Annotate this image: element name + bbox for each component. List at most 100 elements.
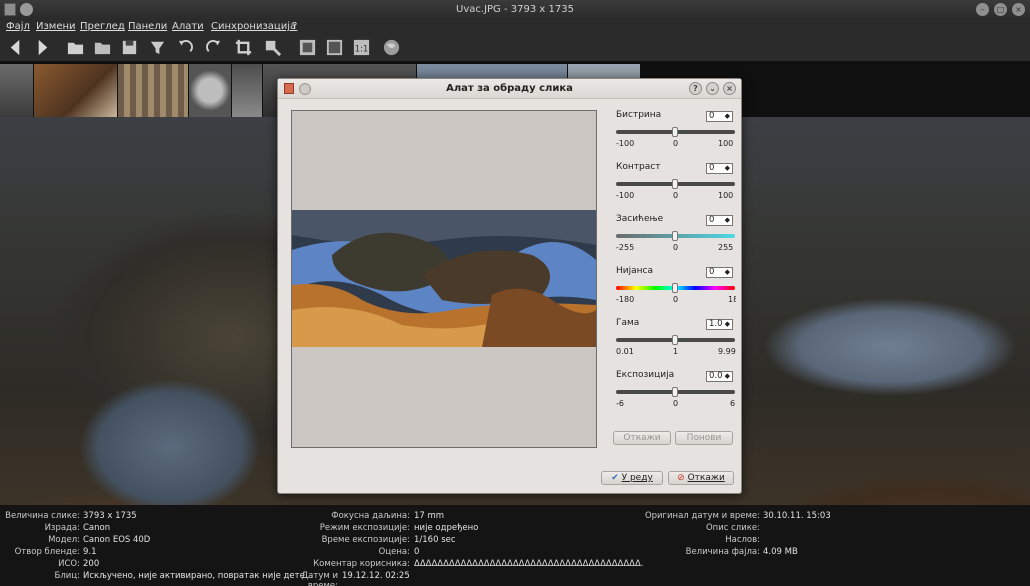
spin-arrows-icon[interactable]: ◆ (725, 320, 730, 329)
folder-icon[interactable] (93, 38, 112, 57)
fit-icon[interactable] (298, 38, 317, 57)
globe-icon[interactable] (382, 38, 401, 57)
cancel-button[interactable]: ⊘ Откажи (668, 471, 734, 485)
contrast-label: Контраст (616, 162, 661, 172)
redo-button[interactable]: Понови (675, 431, 733, 445)
menu-tools[interactable]: Алати (172, 21, 204, 32)
toolbar: 1:1 (0, 34, 1030, 61)
info-label: Отвор бленде: (14, 547, 80, 557)
contrast-value: 0 (709, 163, 715, 173)
info-value: 17 mm (414, 511, 445, 521)
slider-max: 9.99 (718, 347, 736, 356)
close-icon[interactable]: × (1012, 3, 1025, 16)
checkmark-icon: ✔ (611, 473, 619, 483)
slider-min: 0.01 (616, 347, 634, 356)
info-value: 30.10.11. 15:03 (763, 511, 831, 521)
slider-mid: 0 (673, 139, 679, 148)
hue-spinbox[interactable]: 0 ◆ (706, 267, 733, 278)
exposure-slider-handle[interactable] (672, 387, 678, 397)
minimize-icon[interactable]: – (976, 3, 989, 16)
hue-label: Нијанса (616, 266, 653, 276)
thumbnail[interactable] (34, 64, 117, 117)
save-icon[interactable] (120, 38, 139, 57)
info-label: Коментар корисника: (313, 559, 410, 569)
info-label: Модел: (48, 535, 80, 545)
cancel-button-label: Откажи (687, 473, 725, 483)
hue-value: 0 (709, 267, 715, 277)
spin-arrows-icon[interactable]: ◆ (725, 112, 730, 121)
info-value: 200 (83, 559, 100, 569)
maximize-icon[interactable]: □ (994, 3, 1007, 16)
back-icon[interactable] (6, 38, 25, 57)
slider-mid: 0 (673, 399, 679, 408)
slider-mid: 0 (673, 191, 679, 200)
menu-sync[interactable]: Синхронизација (211, 21, 296, 32)
folder-open-icon[interactable] (66, 38, 85, 57)
info-value: 1/160 sec (414, 535, 456, 545)
saturation-slider-handle[interactable] (672, 231, 678, 241)
crop-icon[interactable] (234, 38, 253, 57)
info-value: 19.12.12. 02:25 (342, 571, 410, 581)
window-title: Uvac.JPG - 3793 x 1735 (456, 4, 574, 15)
menu-panels[interactable]: Панели (128, 21, 167, 32)
menu-view[interactable]: Преглед (80, 21, 125, 32)
slider-max: 100 (718, 191, 734, 200)
thumbnail[interactable] (189, 64, 231, 117)
brightness-spinbox[interactable]: 0 ◆ (706, 111, 733, 122)
thumbnail[interactable] (232, 64, 262, 117)
image-processing-dialog: Алат за обраду слика ? ⌄ × Бистрина 0 ◆ -… (277, 78, 742, 494)
thumbnail[interactable] (118, 64, 188, 117)
slider-max: 100 (718, 139, 734, 148)
brightness-slider-handle[interactable] (672, 127, 678, 137)
close-icon[interactable]: × (723, 82, 736, 95)
minimize-icon[interactable]: ⌄ (706, 82, 719, 95)
info-value: није одређено (414, 523, 479, 533)
slider-max: 6 (730, 399, 736, 408)
info-label: Блиц: (54, 571, 80, 581)
info-label: Време експозиције: (321, 535, 410, 545)
fullscreen-icon[interactable] (325, 38, 344, 57)
dialog-title: Алат за обраду слика (446, 83, 573, 94)
rotate-left-icon[interactable] (176, 38, 195, 57)
gamma-value: 1.0 (709, 319, 723, 329)
undo-button[interactable]: Откажи (613, 431, 671, 445)
menu-bar: Фајл Измени Преглед Панели Алати Синхрон… (0, 20, 1030, 34)
image-info-panel: Величина слике: 3793 x 1735 Израда: Cano… (0, 505, 1030, 586)
info-label: Наслов: (725, 535, 760, 545)
window-titlebar: Uvac.JPG - 3793 x 1735 – □ × (0, 0, 1030, 20)
spin-arrows-icon[interactable]: ◆ (725, 216, 730, 225)
zoom-icon[interactable] (263, 38, 282, 57)
exposure-spinbox[interactable]: 0.0 ◆ (706, 371, 733, 382)
slider-min: -100 (616, 139, 635, 148)
thumbnail[interactable] (0, 64, 33, 117)
saturation-spinbox[interactable]: 0 ◆ (706, 215, 733, 226)
filter-icon[interactable] (148, 38, 167, 57)
menu-file[interactable]: Фајл (6, 21, 30, 32)
spin-arrows-icon[interactable]: ◆ (725, 268, 730, 277)
hue-slider-handle[interactable] (672, 283, 678, 293)
gamma-slider-handle[interactable] (672, 335, 678, 345)
exposure-value: 0.0 (709, 371, 723, 381)
contrast-spinbox[interactable]: 0 ◆ (706, 163, 733, 174)
actual-size-icon[interactable]: 1:1 (352, 38, 371, 57)
contrast-slider-handle[interactable] (672, 179, 678, 189)
info-label: Опис слике: (705, 523, 760, 533)
menu-edit[interactable]: Измени (36, 21, 76, 32)
spin-arrows-icon[interactable]: ◆ (725, 164, 730, 173)
info-label: Режим експозиције: (319, 523, 410, 533)
help-icon[interactable]: ? (689, 82, 702, 95)
menu-help[interactable]: ? (292, 21, 297, 32)
info-label: Фокусна даљина: (331, 511, 410, 521)
info-label: Датум и време: (301, 571, 338, 586)
spin-arrows-icon[interactable]: ◆ (725, 372, 730, 381)
slider-max: 255 (718, 243, 734, 252)
slider-min: -100 (616, 191, 635, 200)
rotate-right-icon[interactable] (204, 38, 223, 57)
info-label: Величина фајла: (685, 547, 760, 557)
slider-max: 180 (728, 295, 736, 304)
saturation-value: 0 (709, 215, 715, 225)
slider-min: -6 (616, 399, 624, 408)
forward-icon[interactable] (33, 38, 52, 57)
ok-button[interactable]: ✔ У реду (601, 471, 663, 485)
gamma-spinbox[interactable]: 1.0 ◆ (706, 319, 733, 330)
